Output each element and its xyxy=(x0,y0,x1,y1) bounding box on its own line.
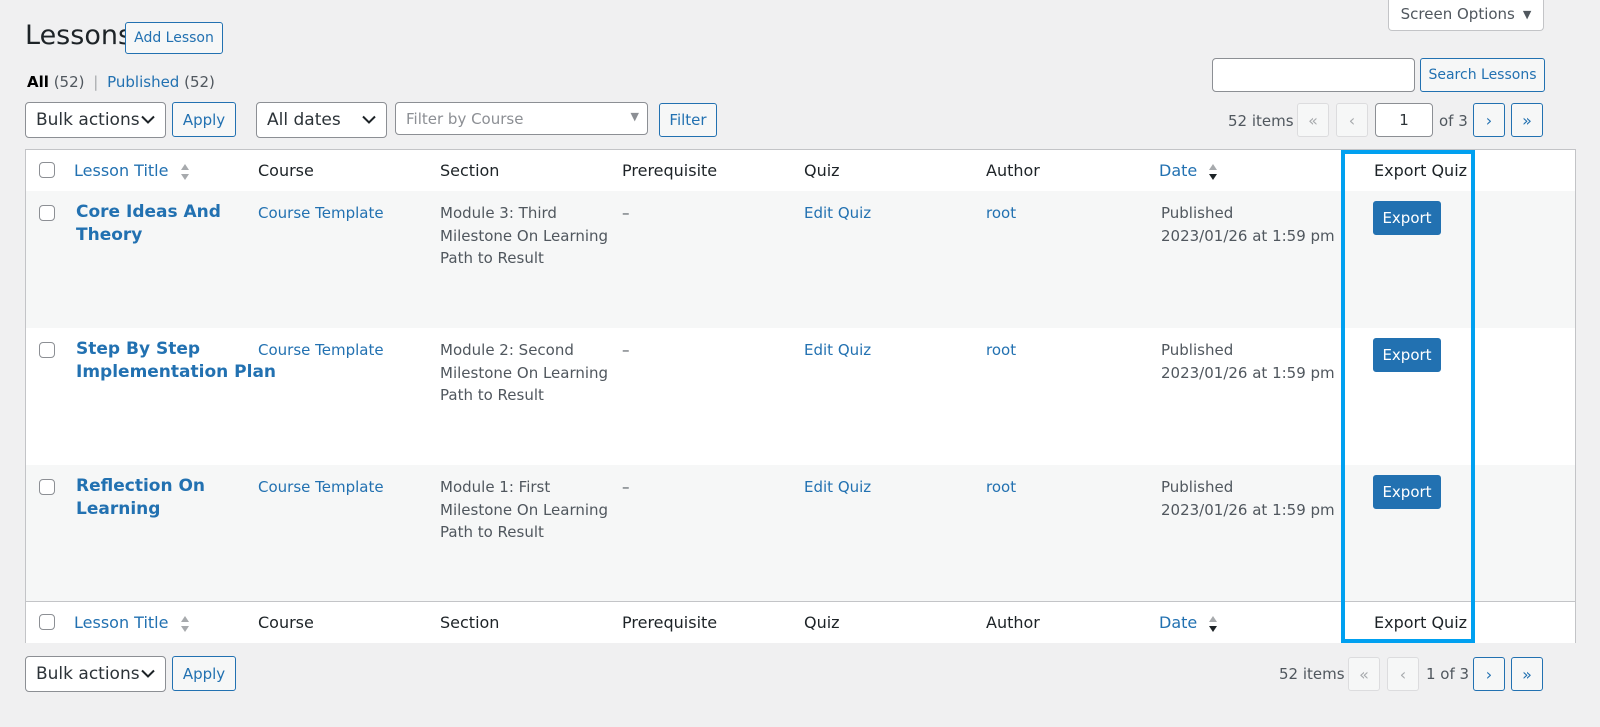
column-lesson-title-label: Lesson Title xyxy=(74,161,169,180)
sort-icon xyxy=(1209,615,1218,632)
column-section: Section xyxy=(440,613,500,632)
prerequisite-text: – xyxy=(622,341,630,359)
chevron-down-icon xyxy=(141,115,155,124)
bulk-actions-select[interactable]: Bulk actions xyxy=(25,102,166,138)
column-author: Author xyxy=(986,613,1040,632)
page-title: Lessons xyxy=(25,20,133,51)
next-page-button[interactable]: › xyxy=(1473,103,1505,137)
date-text: Published 2023/01/26 at 1:59 pm xyxy=(1161,204,1335,245)
sort-icon xyxy=(1209,163,1218,180)
lesson-title-link[interactable]: Step By Step Implementation Plan xyxy=(76,338,276,384)
course-link[interactable]: Course Template xyxy=(258,476,384,499)
chevron-down-icon xyxy=(141,669,155,678)
view-published-link[interactable]: Published xyxy=(107,73,179,91)
caret-down-icon: ▼ xyxy=(1522,7,1532,21)
author-link[interactable]: root xyxy=(986,476,1016,499)
next-page-button[interactable]: › xyxy=(1473,657,1505,691)
last-page-button[interactable]: » xyxy=(1511,657,1543,691)
bulk-actions-value: Bulk actions xyxy=(36,110,140,130)
sort-icon xyxy=(180,615,189,632)
prerequisite-text: – xyxy=(622,478,630,496)
select-all-checkbox[interactable] xyxy=(39,614,55,630)
bulk-actions-select[interactable]: Bulk actions xyxy=(25,656,166,692)
view-filters: All (52) | Published (52) xyxy=(27,73,215,91)
date-filter-value: All dates xyxy=(267,110,341,130)
current-page-input[interactable]: 1 xyxy=(1375,103,1433,137)
section-text: Module 1: First Milestone On Learning Path… xyxy=(440,478,609,541)
lesson-title-link[interactable]: Reflection On Learning xyxy=(76,475,205,521)
prev-page-button[interactable]: ‹ xyxy=(1336,103,1368,137)
column-date-label: Date xyxy=(1159,161,1198,180)
author-link[interactable]: root xyxy=(986,202,1016,225)
filter-button[interactable]: Filter xyxy=(659,103,717,137)
date-filter-select[interactable]: All dates xyxy=(256,102,387,138)
date-text: Published 2023/01/26 at 1:59 pm xyxy=(1161,341,1335,382)
apply-button[interactable]: Apply xyxy=(172,656,236,691)
course-filter-select[interactable]: Filter by Course ▼ xyxy=(395,102,648,135)
bulk-actions-value: Bulk actions xyxy=(36,664,140,684)
section-text: Module 2: Second Milestone On Learning Pat… xyxy=(440,341,609,404)
chevron-down-icon xyxy=(362,115,376,124)
search-lessons-button[interactable]: Search Lessons xyxy=(1420,58,1545,92)
apply-button[interactable]: Apply xyxy=(172,102,236,137)
view-separator: | xyxy=(93,73,99,91)
course-link[interactable]: Course Template xyxy=(258,202,384,225)
first-page-button[interactable]: « xyxy=(1297,103,1329,137)
course-filter-placeholder: Filter by Course xyxy=(406,109,524,128)
section-text: Module 3: Third Milestone On Learning Path… xyxy=(440,204,609,267)
date-text: Published 2023/01/26 at 1:59 pm xyxy=(1161,478,1335,519)
view-all-count: (52) xyxy=(53,73,85,91)
edit-quiz-link[interactable]: Edit Quiz xyxy=(804,202,871,225)
items-count: 52 items xyxy=(1228,112,1294,130)
course-link[interactable]: Course Template xyxy=(258,339,384,362)
view-published-count: (52) xyxy=(184,73,215,91)
column-lesson-title[interactable]: Lesson Title xyxy=(74,613,190,633)
column-date-label: Date xyxy=(1159,613,1198,632)
row-checkbox[interactable] xyxy=(39,205,55,221)
export-column-highlight xyxy=(1341,150,1475,643)
last-page-button[interactable]: » xyxy=(1511,103,1543,137)
edit-quiz-link[interactable]: Edit Quiz xyxy=(804,476,871,499)
column-section: Section xyxy=(440,161,500,180)
select-all-checkbox[interactable] xyxy=(39,162,55,178)
add-lesson-button[interactable]: Add Lesson xyxy=(125,22,223,54)
row-checkbox[interactable] xyxy=(39,342,55,358)
edit-quiz-link[interactable]: Edit Quiz xyxy=(804,339,871,362)
screen-options-button[interactable]: Screen Options ▼ xyxy=(1388,0,1544,31)
row-checkbox[interactable] xyxy=(39,479,55,495)
author-link[interactable]: root xyxy=(986,339,1016,362)
column-quiz: Quiz xyxy=(804,161,840,180)
column-date[interactable]: Date xyxy=(1159,613,1218,633)
column-lesson-title-label: Lesson Title xyxy=(74,613,169,632)
column-date[interactable]: Date xyxy=(1159,161,1218,181)
prev-page-button[interactable]: ‹ xyxy=(1387,657,1419,691)
items-count: 52 items xyxy=(1279,665,1345,683)
column-prerequisite: Prerequisite xyxy=(622,161,718,180)
page-indicator: 1 of 3 xyxy=(1426,665,1470,683)
column-author: Author xyxy=(986,161,1040,180)
column-prerequisite: Prerequisite xyxy=(622,613,718,632)
lesson-title-link[interactable]: Core Ideas And Theory xyxy=(76,201,221,247)
column-course: Course xyxy=(258,161,314,180)
view-all-link[interactable]: All xyxy=(27,73,49,91)
screen-options-label: Screen Options xyxy=(1400,5,1515,23)
sort-icon xyxy=(180,163,189,180)
column-lesson-title[interactable]: Lesson Title xyxy=(74,161,190,181)
column-course: Course xyxy=(258,613,314,632)
total-pages: of 3 xyxy=(1439,112,1468,130)
first-page-button[interactable]: « xyxy=(1348,657,1380,691)
caret-down-icon: ▼ xyxy=(630,110,639,123)
prerequisite-text: – xyxy=(622,204,630,222)
column-quiz: Quiz xyxy=(804,613,840,632)
search-input[interactable] xyxy=(1212,58,1415,92)
